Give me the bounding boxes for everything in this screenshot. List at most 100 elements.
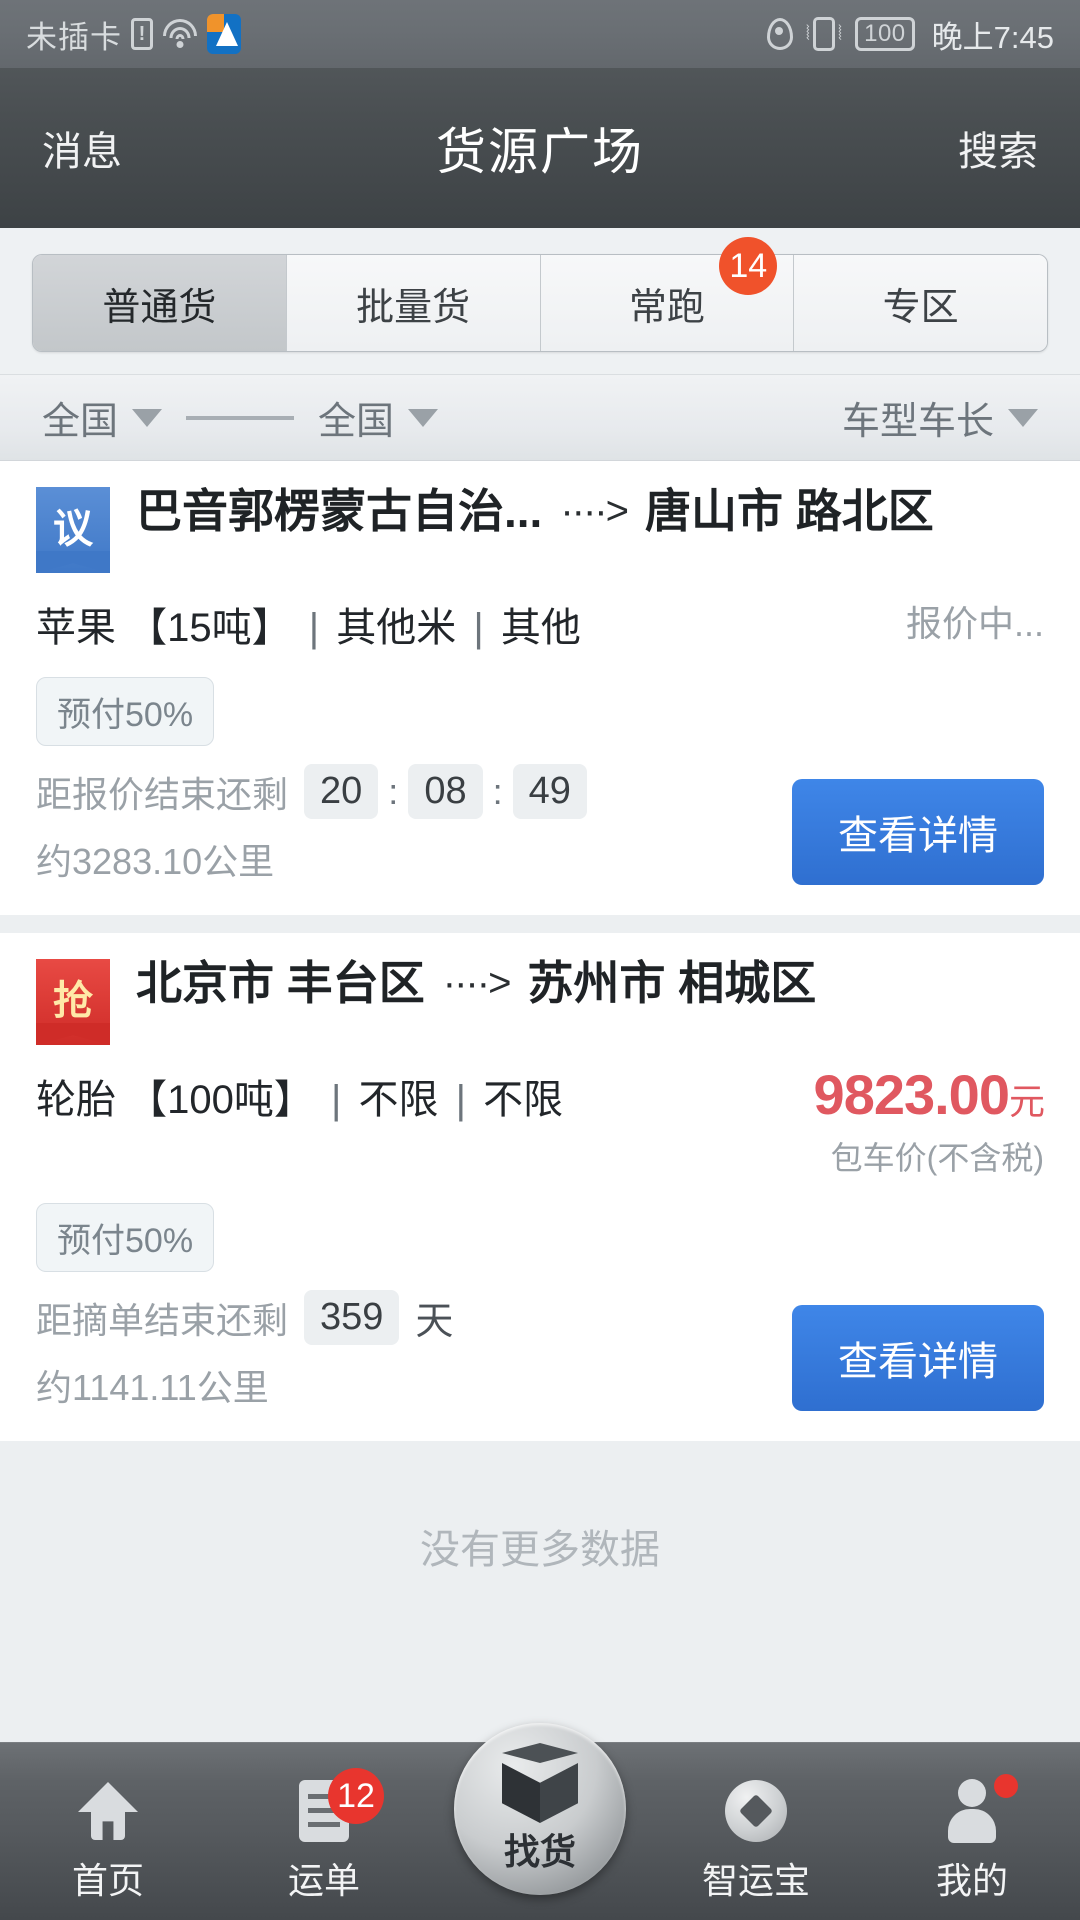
view-details-button[interactable]: 查看详情 — [792, 779, 1044, 885]
filter-bar: 全国 全国 车型车长 — [0, 375, 1080, 461]
nav-item-waybill[interactable]: 12 运单 — [216, 1768, 432, 1904]
goods-weight: 【100吨】 — [127, 1078, 314, 1122]
nav-item-home[interactable]: 首页 — [0, 1776, 216, 1904]
countdown-label: 距摘单结束还剩 — [36, 1299, 289, 1341]
cargo-detail-row: 苹果 【15吨】 | 其他米 | 其他 报价中... — [36, 595, 1044, 653]
page-title: 货源广场 — [436, 124, 644, 180]
distance-label: 约3283.10公里 — [36, 841, 275, 882]
center-circle: 找货 — [454, 1723, 626, 1895]
nav-label: 首页 — [71, 1860, 144, 1901]
cargo-price-col: 9823.00元 包车价(不含税) — [744, 1067, 1045, 1179]
location-pin-icon — [766, 18, 793, 50]
route-divider — [186, 415, 295, 420]
status-bar: 未插卡 ! ⦚ ⦚ 100 晚上7:45 — [0, 0, 1080, 68]
tab-label: 专区 — [882, 286, 959, 329]
vibrate-icon: ⦚ ⦚ — [806, 17, 842, 51]
countdown-minutes: 08 — [408, 764, 483, 819]
goods-summary: 轮胎 【100吨】 | 不限 | 不限 — [36, 1067, 744, 1125]
cargo-footer-left: 距报价结束还剩 20 : 08 : 49 约3283.10公里 — [36, 764, 792, 885]
tab-bar-container: 普通货 批量货 常跑 14 专区 — [0, 228, 1080, 375]
status-badge: 报价中... — [905, 603, 1044, 644]
cargo-card[interactable]: 抢 北京市 丰台区 ····> 苏州市 相城区 轮胎 【100吨】 | 不限 |… — [0, 933, 1080, 1441]
prepay-row: 预付50% — [36, 1179, 1044, 1272]
countdown-seconds: 49 — [512, 764, 587, 819]
filter-vehicle-label: 车型车长 — [841, 401, 994, 443]
home-icon — [73, 1776, 143, 1846]
filter-vehicle[interactable]: 车型车长 — [842, 390, 1038, 445]
prepay-tag: 预付50% — [36, 677, 215, 746]
sim-alert-icon: ! — [131, 18, 153, 50]
filter-destination-label: 全国 — [318, 401, 395, 443]
diamond-icon — [721, 1776, 791, 1846]
app-root: 未插卡 ! ⦚⦚ 100 晚上7:45 消息 货源广场 搜索 普通货 批量货 — [0, 0, 1080, 1920]
grab-badge-icon: 抢 — [36, 959, 110, 1045]
goods-separator: | — [473, 606, 484, 650]
price-number: 9823.00 — [813, 1063, 1010, 1126]
chevron-down-icon — [132, 408, 163, 427]
prepay-tag: 预付50% — [36, 1203, 215, 1272]
tab-changpao[interactable]: 常跑 14 — [540, 237, 795, 351]
nav-item-zhiyunbao[interactable]: 智运宝 — [648, 1776, 864, 1904]
cargo-detail-row: 轮胎 【100吨】 | 不限 | 不限 9823.00元 包车价(不含税) — [36, 1067, 1045, 1179]
tab-label: 批量货 — [356, 286, 471, 329]
nav-item-mine[interactable]: 我的 — [864, 1774, 1080, 1904]
route-line: 巴音郭楞蒙古自治... ····> 唐山市 路北区 — [110, 485, 1044, 538]
view-details-button[interactable]: 查看详情 — [792, 1305, 1044, 1411]
cargo-status-col: 报价中... — [744, 595, 1044, 647]
filter-origin-label: 全国 — [42, 401, 119, 443]
origin-label: 北京市 丰台区 — [136, 957, 425, 1009]
goods-attr1: 不限 — [358, 1078, 439, 1122]
bottom-nav: 首页 12 运单 找货 智运宝 我的 — [0, 1723, 1080, 1920]
cargo-card[interactable]: 议 巴音郭楞蒙古自治... ····> 唐山市 路北区 苹果 【15吨】 | 其… — [0, 461, 1080, 915]
cargo-list[interactable]: 议 巴音郭楞蒙古自治... ····> 唐山市 路北区 苹果 【15吨】 | 其… — [0, 461, 1080, 1742]
negotiate-badge-icon: 议 — [36, 487, 110, 573]
nav-label: 运单 — [287, 1860, 360, 1901]
price-note: 包车价(不含税) — [830, 1140, 1044, 1176]
cargo-footer-row: 距报价结束还剩 20 : 08 : 49 约3283.10公里 查看详情 — [36, 764, 1044, 885]
tab-zhuanqu[interactable]: 专区 — [794, 255, 1047, 351]
segmented-tabs: 普通货 批量货 常跑 14 专区 — [32, 237, 1048, 352]
tab-putonghuo[interactable]: 普通货 — [33, 255, 287, 351]
price-unit: 元 — [1008, 1081, 1045, 1122]
goods-attr1: 其他米 — [336, 606, 457, 650]
cargo-footer-left: 距摘单结束还剩 359 天 约1141.11公里 — [36, 1290, 792, 1411]
goods-attr2: 其他 — [500, 606, 581, 650]
goods-summary: 苹果 【15吨】 | 其他米 | 其他 — [36, 595, 744, 653]
goods-separator: | — [331, 1078, 342, 1122]
chevron-down-icon — [408, 408, 439, 427]
countdown-unit: 天 — [415, 1301, 454, 1343]
destination-label: 唐山市 路北区 — [644, 485, 934, 537]
carrier-label: 未插卡 — [26, 19, 122, 55]
nav-badge: 12 — [328, 1768, 384, 1824]
clock-label: 晚上7:45 — [931, 19, 1054, 55]
goods-separator: | — [455, 1078, 467, 1122]
price-value: 9823.00元 — [744, 1067, 1045, 1123]
chevron-down-icon — [1008, 408, 1038, 427]
countdown-row: 距摘单结束还剩 359 天 — [36, 1290, 792, 1345]
status-bar-left: 未插卡 ! — [26, 12, 767, 57]
dashed-arrow-icon: ····> — [560, 489, 629, 534]
nav-label: 智运宝 — [701, 1860, 810, 1901]
person-icon — [937, 1774, 1018, 1846]
destination-label: 苏州市 相城区 — [527, 957, 817, 1009]
countdown-separator: : — [492, 770, 503, 812]
center-action-button[interactable]: 找货 — [451, 1720, 629, 1898]
route-line: 北京市 丰台区 ····> 苏州市 相城区 — [110, 957, 1044, 1010]
nav-label: 我的 — [935, 1860, 1008, 1901]
tab-label: 普通货 — [102, 286, 217, 329]
goods-separator: | — [308, 606, 320, 650]
distance-label: 约1141.11公里 — [36, 1367, 269, 1408]
dashed-arrow-icon: ····> — [442, 961, 512, 1006]
filter-destination[interactable]: 全国 — [318, 390, 439, 445]
list-footer-label: 没有更多数据 — [420, 1528, 660, 1572]
cargo-card-header: 议 巴音郭楞蒙古自治... ····> 唐山市 路北区 — [36, 485, 1044, 573]
goods-weight: 【15吨】 — [127, 606, 292, 650]
countdown-label: 距报价结束还剩 — [36, 773, 289, 815]
filter-origin[interactable]: 全国 — [42, 390, 163, 445]
goods-attr2: 不限 — [483, 1078, 564, 1122]
countdown-hours: 20 — [304, 764, 379, 819]
tab-piliang[interactable]: 批量货 — [286, 255, 541, 351]
prepay-row: 预付50% — [36, 653, 1044, 746]
goods-name: 轮胎 — [36, 1078, 116, 1122]
nav-dot-indicator — [994, 1774, 1018, 1798]
